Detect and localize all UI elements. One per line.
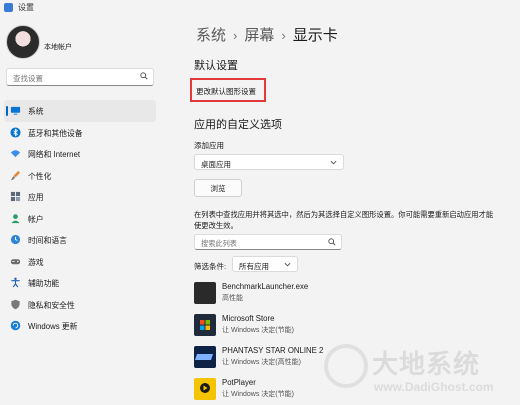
- sidebar-item-accessibility[interactable]: 辅助功能: [0, 272, 160, 294]
- sidebar-item-windows-update[interactable]: Windows 更新: [0, 315, 160, 337]
- app-name: BenchmarkLauncher.exe: [222, 282, 309, 291]
- sidebar-nav: 系统 蓝牙和其他设备 网络和 Internet 个性化 应用 帐户 时间和语言 …: [0, 100, 160, 337]
- update-icon: [10, 320, 21, 331]
- filter-label: 筛选条件:: [194, 262, 227, 271]
- chevron-down-icon: [330, 160, 337, 165]
- sidebar-item-label: Windows 更新: [28, 322, 78, 331]
- store-glyph: [200, 320, 210, 330]
- sidebar-item-label: 网络和 Internet: [28, 150, 80, 159]
- pso2-glyph: [195, 354, 213, 360]
- pso2-app-icon: [194, 346, 216, 368]
- custom-options-heading: 应用的自定义选项: [194, 119, 282, 131]
- potplayer-glyph: [200, 383, 210, 393]
- window-title: 设置: [18, 3, 34, 12]
- app-list-item[interactable]: PHANTASY STAR ONLINE 2 让 Windows 决定(高性能): [194, 344, 494, 370]
- breadcrumb-display[interactable]: 屏幕: [244, 27, 274, 44]
- default-settings-heading: 默认设置: [194, 60, 238, 72]
- settings-app-icon: [4, 3, 13, 12]
- add-app-label: 添加应用: [194, 141, 224, 150]
- app-type-value: 桌面应用: [201, 160, 231, 169]
- apps-icon: [10, 191, 21, 202]
- filter-value: 所有应用: [239, 262, 269, 271]
- browse-button[interactable]: 浏览: [194, 179, 242, 197]
- breadcrumb-system[interactable]: 系统: [196, 27, 226, 44]
- app-list-search-box[interactable]: [194, 234, 342, 250]
- settings-search-box[interactable]: [6, 68, 154, 86]
- sidebar-item-label: 个性化: [28, 171, 52, 181]
- sidebar: 本地帐户 系统 蓝牙和其他设备 网络和 Int: [0, 16, 160, 401]
- wifi-icon: [10, 150, 21, 158]
- accessibility-icon: [11, 277, 20, 288]
- sidebar-item-apps[interactable]: 应用: [0, 186, 160, 208]
- change-default-graphics-label: 更改默认图形设置: [196, 87, 256, 96]
- sidebar-item-bluetooth[interactable]: 蓝牙和其他设备: [0, 122, 160, 144]
- sidebar-item-network[interactable]: 网络和 Internet: [0, 143, 160, 165]
- sidebar-item-label: 辅助功能: [28, 279, 60, 288]
- shield-icon: [11, 299, 20, 309]
- sidebar-item-label: 帐户: [28, 214, 44, 224]
- app-gpu-preference: 让 Windows 决定(节能): [222, 327, 294, 334]
- app-list-search-input[interactable]: [199, 237, 323, 249]
- brush-icon: [10, 170, 21, 180]
- sidebar-item-accounts[interactable]: 帐户: [0, 208, 160, 230]
- bluetooth-icon: [10, 126, 21, 138]
- user-name: 本地帐户: [44, 44, 72, 51]
- app-gpu-preference: 高性能: [222, 295, 243, 302]
- app-gpu-preference: 让 Windows 决定(高性能): [222, 359, 301, 366]
- help-text: 在列表中查找应用并将其选中，然后为其选择自定义图形设置。你可能需要重新启动应用才…: [194, 210, 494, 230]
- page-title: 显示卡: [292, 27, 338, 44]
- sidebar-item-label: 应用: [28, 193, 44, 202]
- main-content: 系统 › 屏幕 › 显示卡 默认设置 更改默认图形设置 应用的自定义选项 添加应用 桌面…: [160, 16, 520, 401]
- change-default-graphics-link[interactable]: 更改默认图形设置: [190, 78, 266, 102]
- sidebar-item-gaming[interactable]: 游戏: [0, 251, 160, 273]
- gamepad-icon: [10, 258, 21, 264]
- avatar[interactable]: [6, 25, 40, 59]
- sidebar-item-label: 隐私和安全性: [28, 300, 75, 310]
- search-icon[interactable]: [140, 72, 148, 80]
- search-icon[interactable]: [328, 238, 336, 246]
- potplayer-app-icon: [194, 378, 216, 400]
- sidebar-item-time-language[interactable]: 时间和语言: [0, 229, 160, 251]
- filter-dropdown[interactable]: 所有应用: [232, 256, 298, 272]
- app-name: PotPlayer: [222, 378, 256, 387]
- sidebar-item-personalization[interactable]: 个性化: [0, 165, 160, 187]
- app-list-item[interactable]: BenchmarkLauncher.exe 高性能: [194, 280, 494, 306]
- app-name: PHANTASY STAR ONLINE 2: [222, 346, 324, 355]
- sidebar-item-system[interactable]: 系统: [4, 100, 156, 122]
- title-bar: 设置: [0, 0, 520, 16]
- sidebar-item-label: 系统: [28, 107, 44, 116]
- benchmark-app-icon: [194, 282, 216, 304]
- settings-search-input[interactable]: [11, 71, 133, 85]
- sidebar-item-label: 蓝牙和其他设备: [28, 128, 83, 138]
- sidebar-item-privacy[interactable]: 隐私和安全性: [0, 294, 160, 316]
- chevron-down-icon: [284, 262, 291, 267]
- chevron-right-icon: ›: [233, 28, 238, 43]
- sidebar-item-label: 游戏: [28, 257, 44, 267]
- app-type-dropdown[interactable]: 桌面应用: [194, 154, 344, 170]
- app-list-item[interactable]: Microsoft Store 让 Windows 决定(节能): [194, 312, 494, 338]
- person-icon: [11, 213, 20, 223]
- monitor-icon: [10, 106, 21, 115]
- sidebar-item-label: 时间和语言: [28, 236, 67, 245]
- app-name: Microsoft Store: [222, 314, 275, 323]
- selection-indicator: [6, 106, 8, 116]
- store-app-icon: [194, 314, 216, 336]
- breadcrumb: 系统 › 屏幕 › 显示卡: [196, 24, 338, 45]
- globe-clock-icon: [10, 234, 21, 245]
- app-list-item[interactable]: PotPlayer 让 Windows 决定(节能): [194, 376, 494, 402]
- app-gpu-preference: 让 Windows 决定(节能): [222, 391, 294, 398]
- chevron-right-icon: ›: [281, 28, 286, 43]
